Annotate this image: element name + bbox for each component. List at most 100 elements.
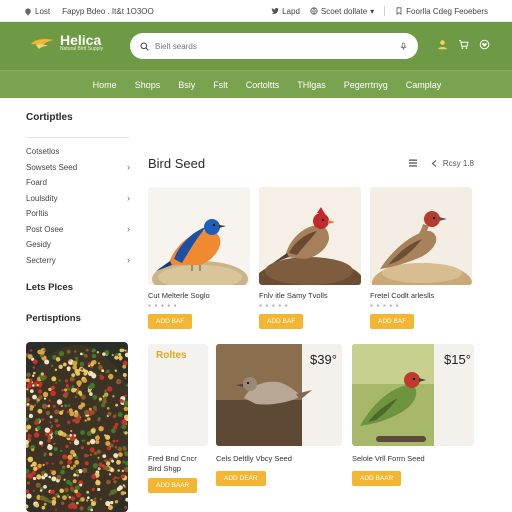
- category-label: Porltis: [26, 209, 49, 219]
- category-label: Foard: [26, 178, 47, 188]
- currency-label: Scoet dollate: [320, 6, 368, 16]
- product-card[interactable]: $15° Selole Vrll Form Seed ADD BAAR: [352, 344, 474, 486]
- product-card[interactable]: Fnlv itle Samy Tvolls ● ● ● ● ● ADD BAF: [259, 187, 361, 329]
- sort-control[interactable]: Rcsy 1.8: [430, 159, 474, 168]
- chevron-right-icon: ›: [127, 162, 130, 173]
- topbar-divider: [384, 6, 386, 16]
- category-label: Loulsdity: [26, 193, 58, 203]
- product-price: $39°: [310, 352, 337, 367]
- sidebar-heading-promotions[interactable]: Pertisptions: [26, 313, 130, 324]
- listing-tools: Rcsy 1.8: [408, 158, 474, 168]
- category-sidebar: Cortiptles Cotsetlos Sowsets Seed › Foard…: [26, 112, 130, 324]
- search-bar[interactable]: [130, 33, 418, 59]
- product-image[interactable]: [259, 187, 361, 285]
- category-label: Sowsets Seed: [26, 162, 78, 172]
- rating-stars: ● ● ● ● ●: [259, 303, 289, 309]
- sort-arrow-icon: [431, 159, 437, 167]
- product-title[interactable]: Fretel Codlt arleslls: [370, 291, 472, 300]
- product-card[interactable]: $39° Cels Deltlly Vbcy Seed ADD DEAR: [216, 344, 342, 486]
- category-item[interactable]: Secterry ›: [26, 253, 130, 269]
- category-label: Gesidy: [26, 240, 51, 250]
- product-title[interactable]: Cels Deltlly Vbcy Seed: [216, 454, 342, 463]
- nav-item-5[interactable]: Cortoltts: [246, 80, 280, 90]
- header-icons: [437, 39, 490, 50]
- add-to-cart-button[interactable]: ADD BAAR: [352, 471, 402, 486]
- cart-icon[interactable]: [458, 39, 469, 50]
- social-label: Lapd: [282, 6, 300, 16]
- nav-item-8[interactable]: Camplay: [406, 80, 442, 90]
- user-icon[interactable]: [437, 39, 448, 50]
- account-label: Foorlla Cdeg Feoebers: [406, 6, 488, 16]
- product-title[interactable]: Cut Melterle Soglo: [148, 291, 250, 300]
- product-title-line: Fred Bnd Cncr: [148, 454, 197, 463]
- seed-mix-image[interactable]: [26, 342, 128, 512]
- nav-item-home[interactable]: Home: [93, 80, 117, 90]
- category-item[interactable]: Foard: [26, 175, 130, 191]
- category-item[interactable]: Post Osee ›: [26, 222, 130, 238]
- product-image[interactable]: [148, 187, 250, 285]
- brand-tagline: Natural Bird Supply: [60, 46, 104, 52]
- category-label: Cotsetlos: [26, 147, 60, 157]
- category-item[interactable]: Loulsdity ›: [26, 191, 130, 207]
- list-view-icon[interactable]: [408, 158, 418, 168]
- chevron-right-icon: ›: [127, 193, 130, 204]
- location-link[interactable]: Lost: [24, 7, 50, 16]
- promo-label: Roltes: [156, 350, 187, 361]
- product-price: $15°: [444, 352, 471, 367]
- social-link[interactable]: Lapd: [271, 7, 300, 16]
- site-logo[interactable]: Helica Natural Bird Supply: [30, 32, 104, 52]
- nav-item-7[interactable]: Pegerrtnyg: [344, 80, 388, 90]
- sort-label: Rcsy 1.8: [442, 158, 474, 168]
- wishlist-icon[interactable]: [479, 39, 490, 50]
- add-to-cart-button[interactable]: ADD DEAR: [216, 471, 266, 486]
- product-title-line: Bird Shgp: [148, 464, 181, 473]
- category-item[interactable]: Cotsetlos: [26, 144, 130, 160]
- product-title[interactable]: Selole Vrll Form Seed: [352, 454, 474, 463]
- microphone-icon[interactable]: [399, 42, 408, 51]
- promo-card[interactable]: Roltes Fred Bnd Cncr Bird Shgp ADD BAAR: [148, 344, 208, 493]
- sidebar-heading-prices[interactable]: Lets Plces: [26, 282, 130, 293]
- chevron-down-icon: ▾: [370, 6, 375, 16]
- category-item[interactable]: Gesidy: [26, 237, 130, 253]
- currency-selector[interactable]: Scoet dollate ▾: [310, 7, 374, 16]
- twitter-icon: [271, 7, 279, 14]
- bird-logo-icon: [31, 39, 54, 49]
- sidebar-title: Cortiptles: [26, 112, 73, 123]
- sidebar-divider: [26, 137, 130, 138]
- search-input[interactable]: [155, 41, 393, 51]
- phone-link[interactable]: Fapyp Bdeo . It&t 1O3OO: [62, 7, 154, 16]
- category-label: Secterry: [26, 255, 56, 265]
- chevron-right-icon: ›: [127, 255, 130, 266]
- category-list: Cotsetlos Sowsets Seed › Foard Loulsdity ›…: [26, 144, 130, 268]
- top-utility-bar: Lost Fapyp Bdeo . It&t 1O3OO Lapd Scoet …: [0, 0, 512, 22]
- add-to-cart-button[interactable]: ADD BAF: [148, 314, 193, 329]
- product-card[interactable]: Fretel Codlt arleslls ● ● ● ● ● ADD BAF: [370, 187, 472, 329]
- bookmark-icon: [396, 7, 402, 15]
- nav-item-shops[interactable]: Shops: [135, 80, 161, 90]
- category-label: Post Osee: [26, 224, 64, 234]
- rating-stars: ● ● ● ● ●: [370, 303, 400, 309]
- search-icon: [140, 42, 149, 51]
- chevron-right-icon: ›: [127, 224, 130, 235]
- add-to-cart-button[interactable]: ADD BAAR: [148, 478, 198, 493]
- nav-item-3[interactable]: Bsiy: [178, 80, 195, 90]
- page-title: Bird Seed: [148, 156, 206, 171]
- product-title[interactable]: Fred Bnd Cncr Bird Shgp: [148, 454, 208, 474]
- globe-icon: [310, 7, 318, 15]
- main-navigation: Home Shops Bsiy Fslt Cortoltts THlgas Pe…: [0, 70, 512, 98]
- product-image[interactable]: [370, 187, 472, 285]
- phone-label: Fapyp Bdeo . It&t 1O3OO: [62, 7, 154, 16]
- location-icon: [25, 8, 31, 15]
- account-link[interactable]: Foorlla Cdeg Feoebers: [395, 7, 488, 16]
- category-item[interactable]: Sowsets Seed ›: [26, 160, 130, 176]
- brand-name: Helica: [60, 32, 102, 48]
- nav-item-4[interactable]: Fslt: [213, 80, 228, 90]
- product-title[interactable]: Fnlv itle Samy Tvolls: [259, 291, 361, 300]
- add-to-cart-button[interactable]: ADD BAF: [370, 314, 415, 329]
- rating-stars: ● ● ● ● ●: [148, 303, 178, 309]
- nav-item-6[interactable]: THlgas: [297, 80, 326, 90]
- product-card[interactable]: Cut Melterle Soglo ● ● ● ● ● ADD BAF: [148, 187, 250, 329]
- category-item[interactable]: Porltis: [26, 206, 130, 222]
- location-label: Lost: [35, 7, 51, 16]
- add-to-cart-button[interactable]: ADD BAF: [259, 314, 304, 329]
